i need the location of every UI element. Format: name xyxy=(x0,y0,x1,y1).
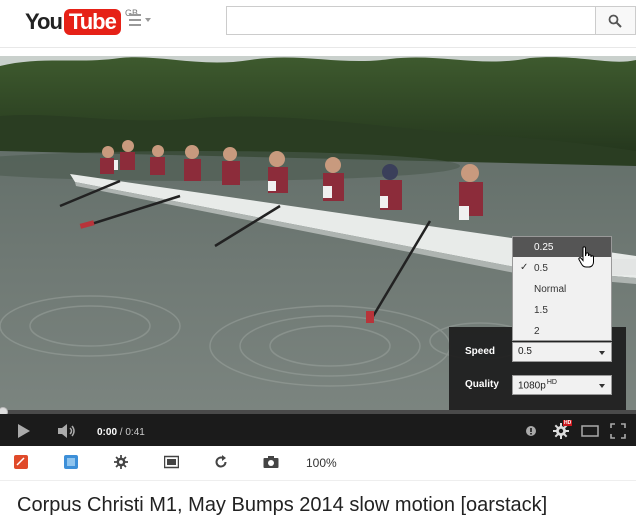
speed-option[interactable]: 2 xyxy=(513,321,611,341)
speed-option-label: 2 xyxy=(534,326,540,337)
quality-select[interactable]: 1080pHD xyxy=(512,375,612,395)
speed-option-label: Normal xyxy=(534,284,567,295)
search-input[interactable] xyxy=(226,6,596,35)
checkmark-icon: ✓ xyxy=(520,262,529,273)
speed-options-menu: 0.25 ✓ 0.5 Normal 1.5 2 xyxy=(512,236,612,341)
refresh-icon[interactable] xyxy=(214,455,228,469)
theater-mode-icon[interactable] xyxy=(581,425,599,437)
search-button[interactable] xyxy=(596,6,636,35)
speed-option[interactable]: 1.5 xyxy=(513,300,611,320)
camera-icon[interactable] xyxy=(263,455,279,469)
speed-option-label: 0.25 xyxy=(534,242,554,253)
zoom-level[interactable]: 100% xyxy=(306,456,337,470)
duration: / 0:41 xyxy=(119,427,145,438)
chevron-down-icon xyxy=(599,351,605,355)
addon-blue-icon[interactable] xyxy=(64,455,78,469)
guide-menu-icon[interactable] xyxy=(129,14,153,28)
speed-option[interactable]: ✓ 0.5 xyxy=(513,258,611,278)
action-toolbar: 100% xyxy=(0,448,636,478)
speed-option-label: 0.5 xyxy=(534,263,548,274)
logo-you-text: You xyxy=(25,9,63,34)
video-frame[interactable]: Speed 0.5 Quality 1080pHD 0.25 ✓ 0.5 Nor… xyxy=(0,56,636,446)
youtube-logo[interactable]: You Tube GB xyxy=(25,8,138,36)
video-title: Corpus Christi M1, May Bumps 2014 slow m… xyxy=(17,494,548,516)
player-controls: 0:00 / 0:41 HD xyxy=(0,414,636,446)
speed-option-label: 1.5 xyxy=(534,305,548,316)
masthead: You Tube GB xyxy=(0,0,636,48)
quality-hd-badge: HD xyxy=(546,379,557,386)
play-icon[interactable] xyxy=(17,424,31,438)
quality-label: Quality xyxy=(465,379,499,390)
hand-cursor-icon xyxy=(578,246,594,268)
speed-label: Speed xyxy=(465,346,496,357)
speed-select-value: 0.5 xyxy=(518,346,532,357)
fullscreen-icon[interactable] xyxy=(610,423,626,439)
time-display: 0:00 / 0:41 xyxy=(97,427,145,438)
speed-option[interactable]: 0.25 xyxy=(513,237,611,257)
volume-icon[interactable] xyxy=(58,424,78,438)
chevron-down-icon xyxy=(599,384,605,388)
speed-select[interactable]: 0.5 xyxy=(512,342,612,362)
divider xyxy=(0,480,636,481)
speed-option[interactable]: Normal xyxy=(513,279,611,299)
current-time: 0:00 xyxy=(97,427,118,438)
quality-select-value: 1080p xyxy=(518,380,546,392)
search-icon xyxy=(608,14,622,28)
logo-tube-text: Tube xyxy=(63,9,121,35)
annotations-icon[interactable] xyxy=(525,425,537,437)
hd-badge: HD xyxy=(563,420,573,426)
addon-red-icon[interactable] xyxy=(14,455,28,469)
screen-icon[interactable] xyxy=(164,455,179,469)
gear-icon[interactable] xyxy=(114,455,128,469)
